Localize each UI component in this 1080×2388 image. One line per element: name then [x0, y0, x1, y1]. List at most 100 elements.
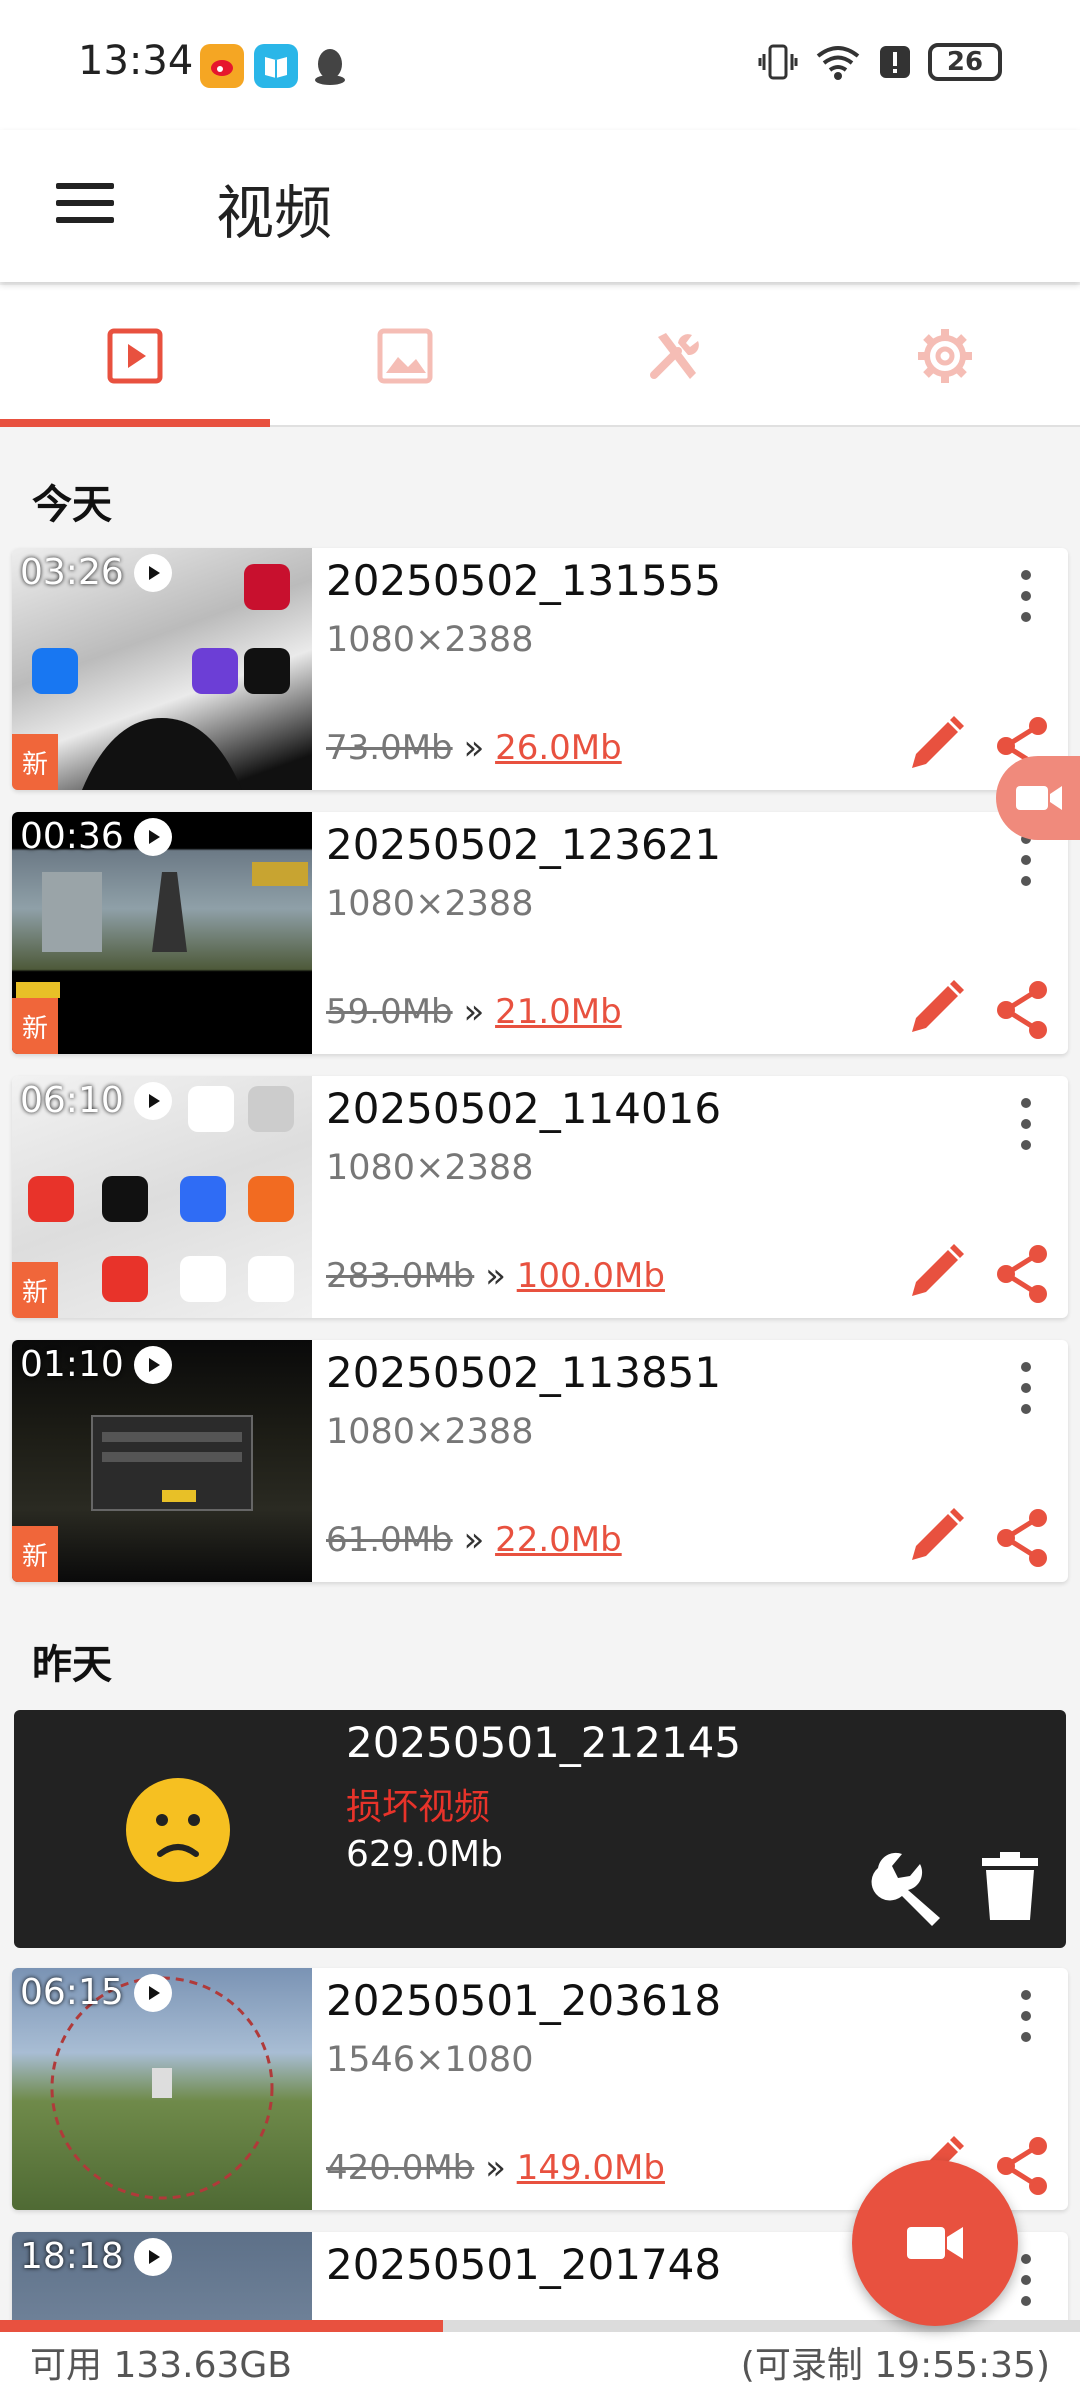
video-thumbnail[interactable]: 06:15: [12, 1968, 312, 2210]
reader-icon: [254, 44, 298, 88]
tab-bar: [0, 285, 1080, 427]
play-icon: [133, 1345, 172, 1384]
play-icon: [133, 2237, 172, 2276]
video-size: 420.0Mb » 149.0Mb: [326, 2148, 665, 2188]
compressed-size[interactable]: 26.0Mb: [495, 728, 622, 768]
more-options-button[interactable]: [1016, 1990, 1036, 2042]
status-notification-icons: [200, 44, 352, 88]
more-options-button[interactable]: [1016, 1098, 1036, 1150]
storage-usage-fill: [0, 2320, 443, 2332]
menu-icon[interactable]: [56, 174, 114, 232]
status-bar: 13:34 26: [0, 0, 1080, 130]
original-size: 73.0Mb: [326, 728, 453, 768]
video-size: 283.0Mb » 100.0Mb: [326, 1256, 665, 1296]
tab-images[interactable]: [270, 285, 540, 427]
battery-indicator: 26: [928, 43, 1002, 81]
original-size: 420.0Mb: [326, 2148, 475, 2188]
video-resolution: 1080×2388: [326, 1412, 534, 1452]
settings-icon: [918, 329, 972, 383]
tab-indicator: [0, 419, 270, 427]
size-arrow: »: [463, 1520, 485, 1560]
video-size: 73.0Mb » 26.0Mb: [326, 728, 622, 768]
compressed-size[interactable]: 100.0Mb: [517, 1256, 665, 1296]
size-arrow: »: [463, 992, 485, 1032]
video-thumbnail[interactable]: 18:18: [12, 2232, 312, 2320]
compressed-size[interactable]: 149.0Mb: [517, 2148, 665, 2188]
section-yesterday: 昨天: [32, 1642, 112, 1688]
record-button[interactable]: [852, 2160, 1018, 2326]
tab-settings[interactable]: [810, 285, 1080, 427]
footer: 可用 133.63GB (可录制 19:55:35): [0, 2332, 1080, 2388]
more-options-button[interactable]: [1016, 570, 1036, 622]
tools-icon: [650, 333, 699, 379]
play-icon: [107, 328, 163, 384]
video-resolution: 1080×2388: [326, 620, 534, 660]
video-size: 61.0Mb » 22.0Mb: [326, 1520, 622, 1560]
qq-icon: [308, 44, 352, 88]
alert-icon: [880, 46, 910, 78]
more-options-button[interactable]: [1016, 834, 1036, 886]
video-duration: 00:36: [20, 816, 172, 857]
compressed-size[interactable]: 22.0Mb: [495, 1520, 622, 1560]
edit-icon[interactable]: [904, 1240, 968, 1304]
video-filename: 20250501_203618: [326, 1976, 722, 2025]
wifi-icon: [816, 46, 860, 80]
broken-video-card[interactable]: 20250501_212145 损坏视频 629.0Mb: [14, 1710, 1066, 1948]
more-options-button[interactable]: [1016, 2254, 1036, 2306]
play-icon: [133, 1973, 172, 2012]
more-options-button[interactable]: [1016, 1362, 1036, 1414]
vibrate-icon: [758, 44, 798, 80]
compressed-size[interactable]: 21.0Mb: [495, 992, 622, 1032]
new-badge: 新: [12, 734, 58, 790]
original-size: 283.0Mb: [326, 1256, 475, 1296]
video-duration: 06:15: [20, 1972, 172, 2013]
video-filename: 20250501_212145: [346, 1718, 742, 1767]
recordable-time: (可录制 19:55:35): [740, 2345, 1050, 2386]
image-icon: [377, 328, 433, 384]
video-filename: 20250502_113851: [326, 1348, 722, 1397]
video-list: 今天 03:26 新 20250502_131555 1080×2388 73.…: [0, 430, 1080, 2320]
play-icon: [133, 817, 172, 856]
video-card[interactable]: 06:10 新 20250502_114016 1080×2388 283.0M…: [12, 1076, 1068, 1318]
video-card[interactable]: 03:26 新 20250502_131555 1080×2388 73.0Mb…: [12, 548, 1068, 790]
video-duration: 18:18: [20, 2236, 172, 2277]
edit-icon[interactable]: [904, 976, 968, 1040]
video-filename: 20250502_123621: [326, 820, 722, 869]
new-badge: 新: [12, 1262, 58, 1318]
share-icon[interactable]: [990, 2134, 1054, 2198]
video-thumbnail[interactable]: 06:10 新: [12, 1076, 312, 1318]
new-badge: 新: [12, 1526, 58, 1582]
wrench-icon[interactable]: [864, 1846, 948, 1930]
video-duration: 01:10: [20, 1344, 172, 1385]
sad-face-icon: [126, 1778, 230, 1882]
edit-icon[interactable]: [904, 712, 968, 776]
video-card[interactable]: 01:10 新 20250502_113851 1080×2388 61.0Mb…: [12, 1340, 1068, 1582]
section-today: 今天: [32, 482, 112, 528]
edit-icon[interactable]: [904, 1504, 968, 1568]
video-thumbnail[interactable]: 03:26 新: [12, 548, 312, 790]
tab-tools[interactable]: [540, 285, 810, 427]
video-card[interactable]: 00:36 新 20250502_123621 1080×2388 59.0Mb…: [12, 812, 1068, 1054]
size-arrow: »: [485, 1256, 506, 1296]
video-thumbnail[interactable]: 00:36 新: [12, 812, 312, 1054]
video-camera-icon: [907, 2227, 963, 2259]
size-arrow: »: [463, 728, 485, 768]
floating-recorder-bubble[interactable]: [996, 756, 1080, 840]
original-size: 59.0Mb: [326, 992, 453, 1032]
video-size: 629.0Mb: [346, 1834, 503, 1875]
original-size: 61.0Mb: [326, 1520, 453, 1560]
app-bar: 视频: [0, 130, 1080, 282]
share-icon[interactable]: [990, 978, 1054, 1042]
status-system-icons: 26: [758, 42, 1002, 82]
share-icon[interactable]: [990, 1506, 1054, 1570]
tab-videos[interactable]: [0, 285, 270, 427]
trash-icon[interactable]: [978, 1850, 1042, 1922]
page-title: 视频: [216, 179, 333, 247]
video-duration: 03:26: [20, 552, 172, 593]
size-arrow: »: [485, 2148, 506, 2188]
available-storage: 可用 133.63GB: [30, 2345, 293, 2386]
share-icon[interactable]: [990, 1242, 1054, 1306]
video-filename: 20250502_114016: [326, 1084, 722, 1133]
new-badge: 新: [12, 998, 58, 1054]
video-thumbnail[interactable]: 01:10 新: [12, 1340, 312, 1582]
